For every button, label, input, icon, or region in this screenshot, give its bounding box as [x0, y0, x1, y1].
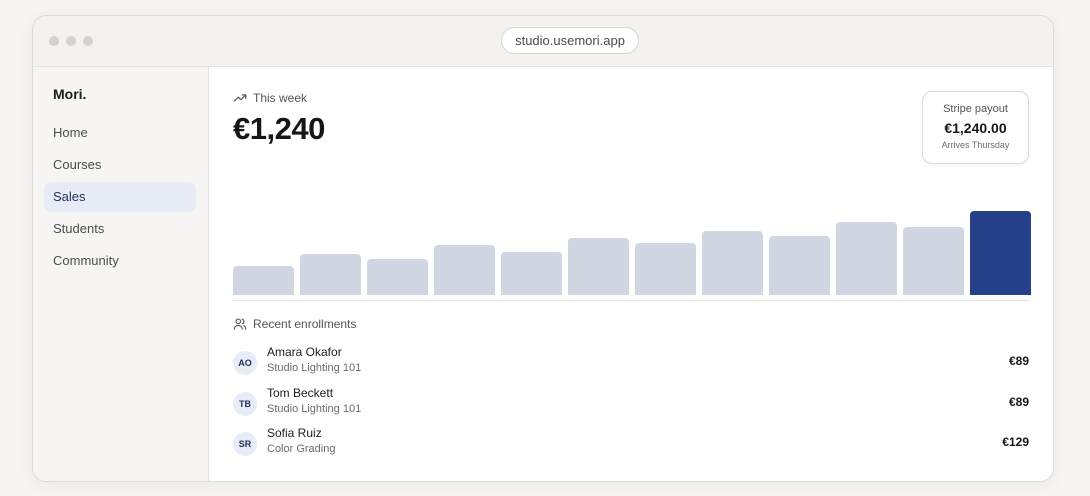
- enrollment-price: €89: [1008, 354, 1029, 368]
- sidebar: Mori. Home Courses Sales Students Commun…: [33, 67, 209, 481]
- window-close-dot[interactable]: [49, 36, 59, 46]
- enrollment-row[interactable]: AO Amara Okafor Studio Lighting 101 €89: [233, 345, 1029, 383]
- chart-bar: [903, 226, 964, 295]
- browser-titlebar: studio.usemori.app: [33, 16, 1053, 67]
- chart-bar: [568, 237, 629, 295]
- chart-bar: [501, 251, 562, 295]
- trending-up-icon: [233, 94, 247, 102]
- enrollments-heading: Recent enrollments: [233, 317, 356, 331]
- chart-bar-current: [970, 211, 1031, 295]
- course-name: Studio Lighting 101: [267, 362, 362, 374]
- weekly-total: €1,240: [233, 111, 325, 146]
- enrollments-heading-text: Recent enrollments: [253, 317, 357, 331]
- chart-bar: [702, 230, 763, 295]
- avatar: AO: [233, 351, 257, 375]
- enrollment-price: €129: [1002, 435, 1029, 449]
- payout-card[interactable]: Stripe payout €1,240.00 Arrives Thursday: [922, 91, 1029, 164]
- chart-bar: [367, 259, 428, 295]
- enrollment-row[interactable]: SR Sofia Ruiz Color Grading €129: [233, 426, 1029, 464]
- chart-bar: [300, 253, 361, 295]
- chart-bar: [233, 266, 294, 295]
- browser-window: studio.usemori.app Mori. Home Courses Sa…: [32, 15, 1054, 482]
- sales-panel: This week €1,240 Stripe payout €1,240.00…: [233, 67, 1031, 481]
- chart-bar: [836, 222, 897, 295]
- payout-amount: €1,240.00: [944, 120, 1007, 136]
- section-divider: [233, 300, 1029, 301]
- sidebar-item-community[interactable]: Community: [44, 246, 196, 276]
- window-minimize-dot[interactable]: [66, 36, 76, 46]
- payout-label: Stripe payout: [943, 103, 1008, 115]
- sidebar-item-students[interactable]: Students: [44, 214, 196, 244]
- sidebar-item-home[interactable]: Home: [44, 118, 196, 148]
- users-icon: [233, 318, 247, 330]
- avatar: SR: [233, 432, 257, 456]
- enrollment-price: €89: [1008, 395, 1029, 409]
- student-name: Amara Okafor: [267, 345, 342, 359]
- window-maximize-dot[interactable]: [83, 36, 93, 46]
- period-label-text: This week: [253, 91, 308, 105]
- avatar: TB: [233, 392, 257, 416]
- sidebar-item-courses[interactable]: Courses: [44, 150, 196, 180]
- student-name: Sofia Ruiz: [267, 426, 322, 440]
- chart-bar: [434, 245, 495, 295]
- chart-bar: [769, 236, 830, 295]
- enrollment-row[interactable]: TB Tom Beckett Studio Lighting 101 €89: [233, 386, 1029, 424]
- student-name: Tom Beckett: [267, 386, 334, 400]
- sidebar-item-sales[interactable]: Sales: [44, 182, 196, 212]
- course-name: Studio Lighting 101: [267, 403, 362, 415]
- sales-bar-chart: [233, 187, 1031, 295]
- payout-note: Arrives Thursday: [941, 140, 1010, 150]
- course-name: Color Grading: [267, 443, 336, 455]
- brand-logo: Mori.: [53, 86, 87, 102]
- address-bar[interactable]: studio.usemori.app: [501, 27, 639, 54]
- chart-bar: [635, 243, 696, 295]
- period-label: This week: [233, 91, 307, 105]
